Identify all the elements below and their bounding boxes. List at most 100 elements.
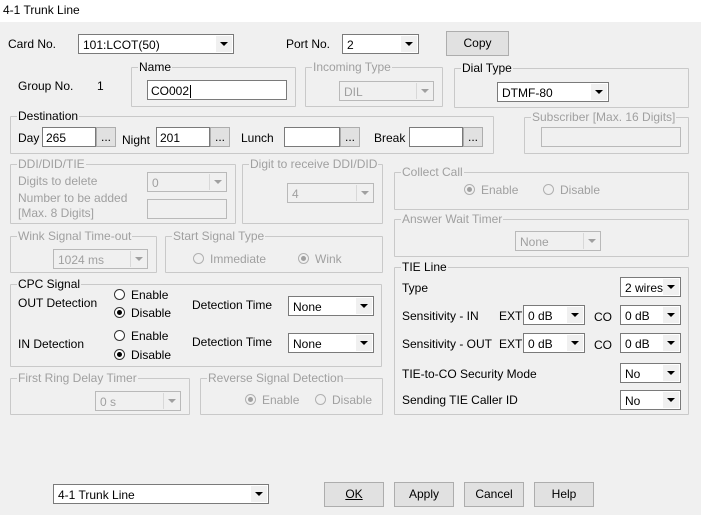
lunch-input[interactable] [284,127,340,147]
first-ring-delay-value: 0 s [100,395,117,409]
tie-co-security-label: TIE-to-CO Security Mode [402,367,537,381]
number-max-digits-label: [Max. 8 Digits] [18,206,95,220]
chevron-down-icon[interactable] [663,392,679,408]
day-browse-button[interactable]: ... [96,127,116,147]
chevron-down-icon[interactable] [416,83,432,99]
sensitivity-in-ext-label: EXT [499,309,523,323]
digits-to-delete-value: 0 [152,176,159,190]
chevron-down-icon[interactable] [663,307,679,323]
tie-type-select[interactable]: 2 wires [620,277,681,297]
name-input[interactable]: CO002 [147,80,287,100]
out-detection-time-label: Detection Time [192,298,273,312]
chevron-down-icon[interactable] [583,233,599,249]
tie-type-label: Type [402,281,429,295]
copy-button-label: Copy [463,36,492,50]
break-input[interactable] [409,127,463,147]
collect-call-disable-radio[interactable] [543,184,554,195]
day-input[interactable]: 265 [42,127,96,147]
browse-label: ... [344,130,355,144]
sensitivity-in-ext-select[interactable]: 0 dB [523,305,585,325]
chevron-down-icon[interactable] [591,84,607,100]
group-no-value: 1 [97,79,104,93]
subscriber-input[interactable] [541,127,681,147]
sensitivity-out-ext-select[interactable]: 0 dB [523,333,585,353]
card-no-label: Card No. [8,37,57,51]
break-label: Break [374,131,406,145]
night-input[interactable]: 201 [156,127,210,147]
cancel-button[interactable]: Cancel [464,482,524,507]
digits-to-delete-select[interactable]: 0 [147,172,227,192]
chevron-down-icon[interactable] [251,486,267,502]
chevron-down-icon[interactable] [130,251,146,267]
chevron-down-icon[interactable] [401,36,417,52]
chevron-down-icon[interactable] [567,335,583,351]
chevron-down-icon[interactable] [356,185,372,201]
chevron-down-icon[interactable] [567,307,583,323]
apply-button[interactable]: Apply [394,482,454,507]
answer-wait-value: None [520,235,549,249]
in-detection-time-label: Detection Time [192,335,273,349]
sensitivity-in-co-select[interactable]: 0 dB [620,305,681,325]
chevron-down-icon[interactable] [663,279,679,295]
tie-co-security-select[interactable]: No [620,363,681,383]
number-to-be-added-input[interactable] [147,199,227,219]
out-detection-enable-label: Enable [131,288,169,302]
chevron-down-icon[interactable] [209,174,225,190]
incoming-type-title: Incoming Type [312,60,392,74]
digit-to-receive-select[interactable]: 4 [287,183,374,203]
screen-select-value: 4-1 Trunk Line [58,488,135,502]
copy-button[interactable]: Copy [446,31,509,56]
out-detection-enable-radio[interactable] [114,289,125,300]
answer-wait-title: Answer Wait Timer [401,212,504,226]
start-signal-wink-radio[interactable] [298,253,309,264]
in-detection-disable-radio[interactable] [114,349,125,360]
browse-label: ... [100,130,111,144]
digit-to-receive-value: 4 [292,187,299,201]
text-caret [190,85,192,99]
in-detection-time-value: None [293,337,322,351]
wink-timeout-select[interactable]: 1024 ms [53,249,148,269]
reverse-signal-enable-radio[interactable] [245,394,256,405]
reverse-signal-disable-radio[interactable] [315,394,326,405]
sending-tie-caller-id-select[interactable]: No [620,390,681,410]
sending-tie-caller-id-label: Sending TIE Caller ID [402,393,518,407]
night-value: 201 [160,131,181,145]
start-signal-immediate-radio[interactable] [193,253,204,264]
chevron-down-icon[interactable] [163,393,179,409]
tie-line-title: TIE Line [401,260,448,274]
cancel-button-label: Cancel [475,487,513,501]
ok-button[interactable]: OK [324,482,384,507]
in-detection-enable-radio[interactable] [114,330,125,341]
collect-call-enable-radio[interactable] [464,184,475,195]
chevron-down-icon[interactable] [663,335,679,351]
in-detection-time-select[interactable]: None [288,333,374,353]
sensitivity-out-co-label: CO [594,338,612,352]
chevron-down-icon[interactable] [356,298,372,314]
incoming-type-value: DIL [344,85,363,99]
window-titlebar: 4-1 Trunk Line [0,0,701,22]
chevron-down-icon[interactable] [216,36,232,52]
port-no-value: 2 [347,38,354,52]
break-browse-button[interactable]: ... [463,127,483,147]
card-no-select[interactable]: 101:LCOT(50) [78,34,234,54]
sensitivity-in-co-label: CO [594,310,612,324]
night-browse-button[interactable]: ... [210,127,230,147]
dial-type-select[interactable]: DTMF-80 [497,82,609,102]
chevron-down-icon[interactable] [663,365,679,381]
first-ring-delay-select[interactable]: 0 s [95,391,181,411]
lunch-browse-button[interactable]: ... [340,127,360,147]
answer-wait-select[interactable]: None [515,231,601,251]
chevron-down-icon[interactable] [356,335,372,351]
port-no-select[interactable]: 2 [342,34,419,54]
incoming-type-select[interactable]: DIL [339,81,434,101]
screen-select[interactable]: 4-1 Trunk Line [53,484,269,504]
out-detection-time-select[interactable]: None [288,296,374,316]
out-detection-disable-radio[interactable] [114,307,125,318]
sensitivity-out-co-select[interactable]: 0 dB [620,333,681,353]
help-button[interactable]: Help [534,482,594,507]
number-to-be-added-label: Number to be added [18,191,128,205]
in-detection-disable-label: Disable [131,348,172,362]
sending-tie-caller-id-value: No [625,394,641,408]
port-no-label: Port No. [286,37,331,51]
reverse-signal-enable-label: Enable [262,393,300,407]
